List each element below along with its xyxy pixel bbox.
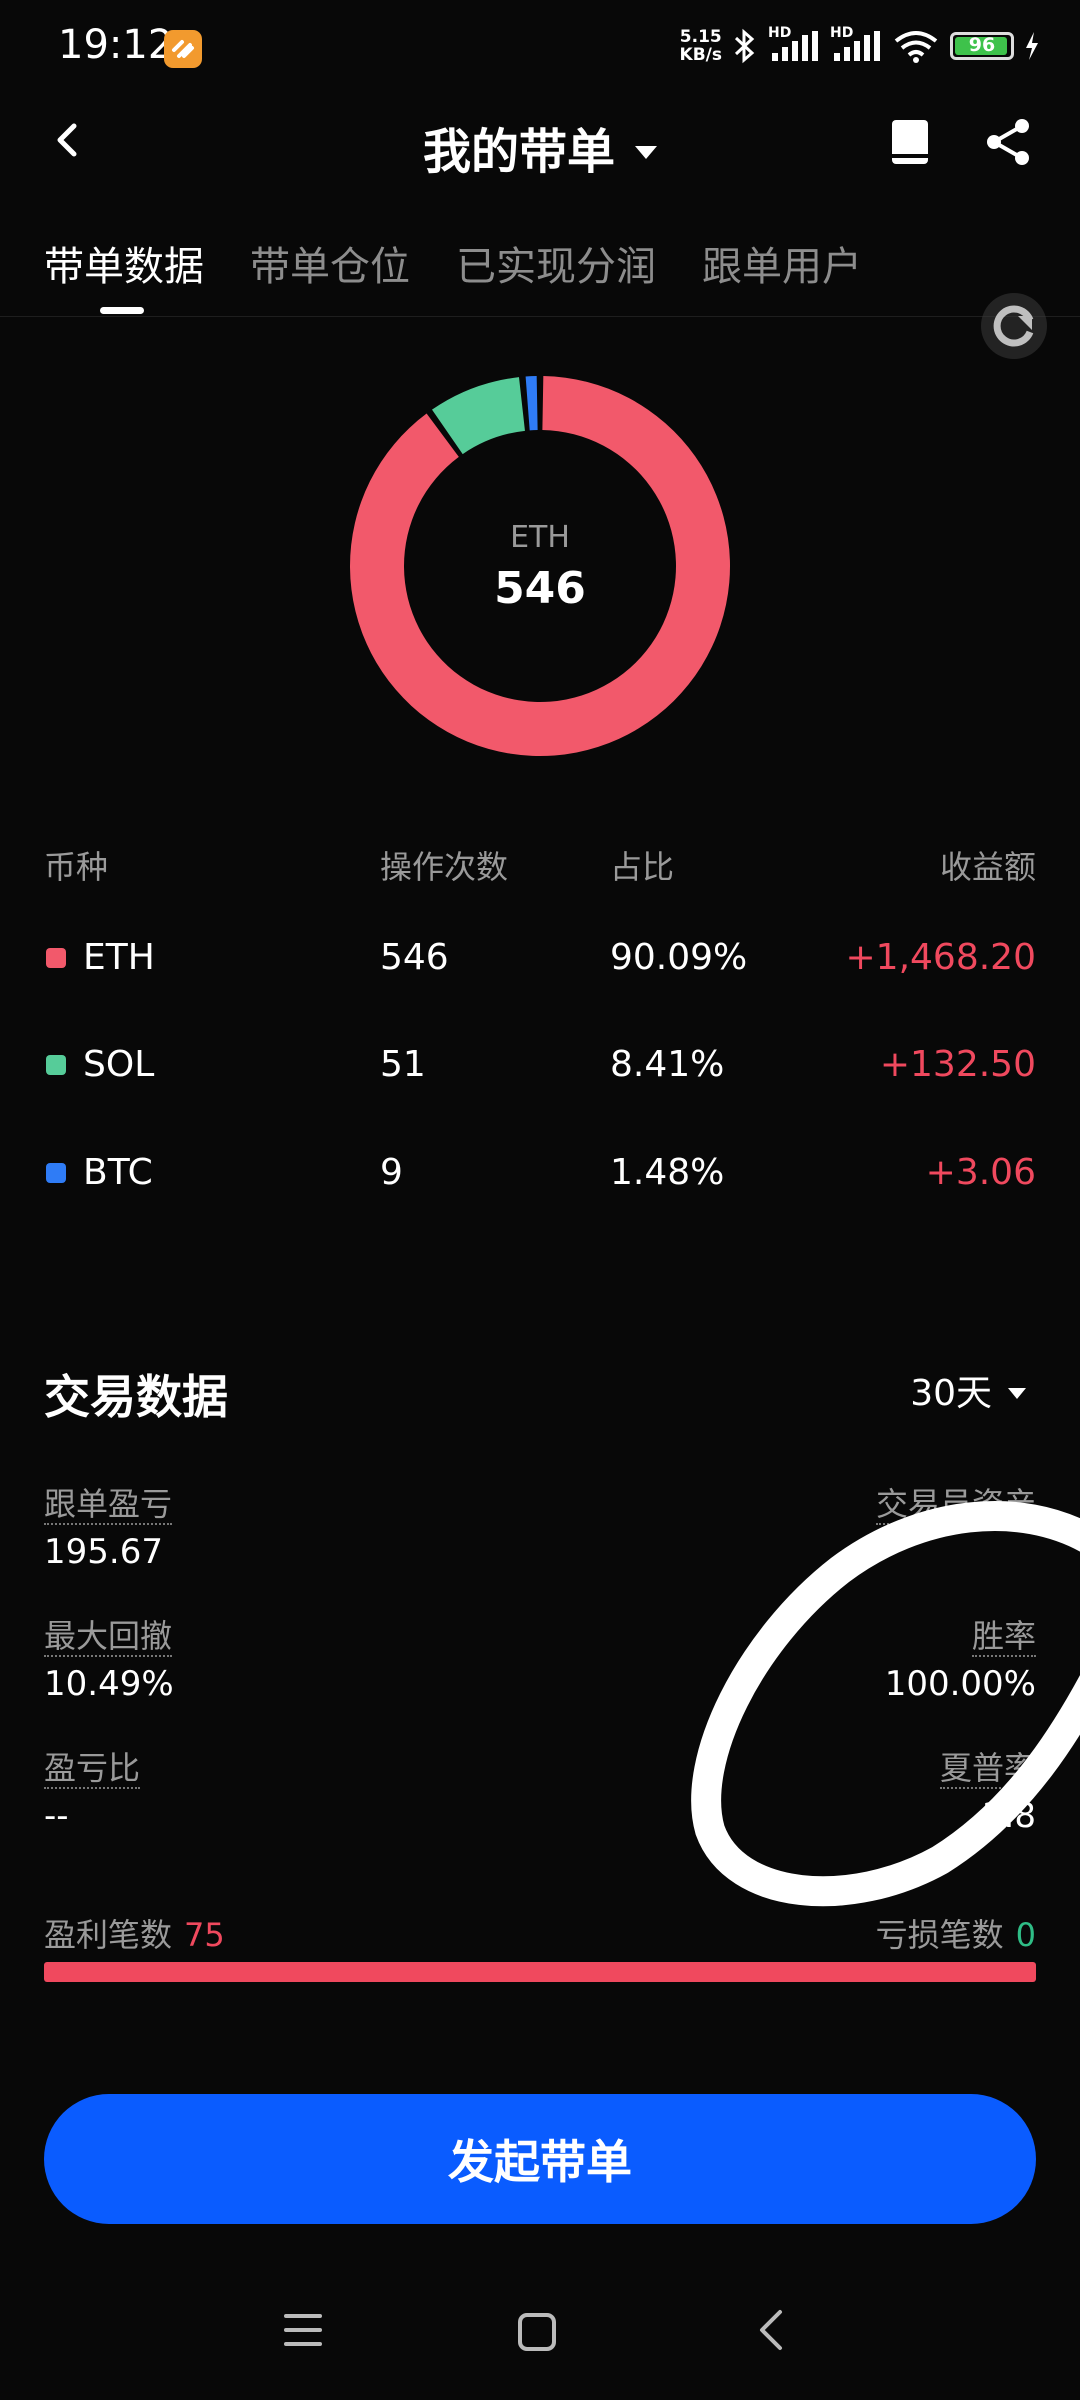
tab-copy-data[interactable]: 带单数据 xyxy=(44,234,204,292)
home-icon xyxy=(518,2313,556,2351)
refresh-icon xyxy=(981,293,1047,359)
pl-ratio-label[interactable]: 盈亏比 xyxy=(44,1749,141,1789)
btc-color-dot xyxy=(46,1163,66,1183)
signal-icon-1: HD xyxy=(768,25,820,63)
copy-pnl-metric: 跟单盈亏 xyxy=(44,1484,173,1525)
charging-icon xyxy=(1026,32,1038,60)
book-button[interactable] xyxy=(888,118,932,166)
tab-divider xyxy=(0,316,1080,317)
ops-count: 546 xyxy=(380,937,449,978)
caret-down-icon xyxy=(635,145,657,159)
share-button[interactable] xyxy=(982,116,1034,168)
refresh-button[interactable] xyxy=(980,292,1048,360)
pnl-amount: +1,468.20 xyxy=(845,937,1036,978)
win-rate-value: 100.00% xyxy=(884,1664,1036,1704)
coin-symbol: ETH xyxy=(83,937,155,978)
col-header-pnl: 收益额 xyxy=(939,848,1036,886)
app-notification-icon xyxy=(164,30,202,68)
col-header-coin: 币种 xyxy=(44,848,109,886)
status-icons: 5.15 KB/s HD HD 96 xyxy=(679,25,1040,65)
ops-count: 51 xyxy=(380,1044,426,1085)
pl-ratio-metric: 盈亏比 xyxy=(44,1748,141,1789)
copy-pnl-value: 195.67 xyxy=(44,1532,163,1572)
table-row: BTC 9 1.48% +3.06 xyxy=(0,1142,1080,1202)
hand-drawn-circle-annotation xyxy=(691,1501,1080,1907)
page-title: 我的带单 xyxy=(422,124,615,180)
nav-home-button[interactable] xyxy=(515,2310,559,2354)
back-icon xyxy=(760,2310,782,2350)
sharpe-metric: 夏普率 xyxy=(939,1748,1036,1789)
bluetooth-icon xyxy=(734,28,755,64)
share-pct: 1.48% xyxy=(610,1152,725,1193)
trader-assets-label[interactable]: 交易员资产 xyxy=(875,1485,1036,1525)
battery-icon: 96 xyxy=(950,32,1014,60)
pnl-amount: +132.50 xyxy=(879,1044,1036,1085)
ops-count: 9 xyxy=(380,1152,403,1193)
table-row: ETH 546 90.09% +1,468.20 xyxy=(0,927,1080,987)
win-count-label: 盈利笔数 xyxy=(44,1916,173,1954)
max-drawdown-label[interactable]: 最大回撤 xyxy=(44,1617,173,1657)
win-loss-ratio-bar xyxy=(44,1962,1036,1982)
sol-color-dot xyxy=(46,1055,66,1075)
tab-copy-positions[interactable]: 带单仓位 xyxy=(250,234,410,292)
period-selector[interactable]: 30天 xyxy=(910,1364,1026,1416)
donut-center-label: ETH xyxy=(510,520,570,555)
coin-symbol: BTC xyxy=(83,1152,153,1193)
share-pct: 8.41% xyxy=(610,1044,725,1085)
win-count-value: 75 xyxy=(184,1916,225,1954)
tab-bar: 带单数据 带单仓位 已实现分润 跟单用户 xyxy=(44,234,908,292)
col-header-share: 占比 xyxy=(610,848,675,886)
menu-icon xyxy=(284,2314,322,2346)
net-speed: 5.15 KB/s xyxy=(679,27,722,65)
period-value: 30天 xyxy=(910,1373,992,1414)
pnl-amount: +3.06 xyxy=(925,1152,1036,1193)
wifi-icon xyxy=(894,31,938,63)
max-drawdown-value: 10.49% xyxy=(44,1664,174,1704)
share-icon xyxy=(987,119,1029,165)
win-fraction-fill xyxy=(44,1962,1036,1982)
tab-copy-users[interactable]: 跟单用户 xyxy=(702,234,862,292)
win-rate-metric: 胜率 xyxy=(971,1616,1036,1657)
donut-slice-btc xyxy=(525,376,538,431)
trade-data-title: 交易数据 xyxy=(44,1370,228,1424)
nav-menu-button[interactable] xyxy=(280,2310,326,2350)
eth-color-dot xyxy=(46,948,66,968)
active-tab-indicator xyxy=(100,307,144,314)
max-drawdown-metric: 最大回撤 xyxy=(44,1616,173,1657)
sharpe-value: 3.8 xyxy=(981,1796,1036,1836)
start-copy-trading-button[interactable]: 发起带单 xyxy=(44,2094,1036,2224)
book-icon xyxy=(892,120,928,164)
win-count: 盈利笔数 75 xyxy=(44,1910,225,1956)
loss-count-label: 亏损笔数 xyxy=(875,1916,1004,1954)
coin-symbol: SOL xyxy=(83,1044,155,1085)
col-header-ops: 操作次数 xyxy=(380,848,509,886)
pl-ratio-value: -- xyxy=(44,1796,69,1836)
share-pct: 90.09% xyxy=(610,937,748,978)
win-rate-label[interactable]: 胜率 xyxy=(971,1617,1036,1657)
signal-icon-2: HD xyxy=(830,25,882,63)
table-row: SOL 51 8.41% +132.50 xyxy=(0,1034,1080,1094)
sharpe-label[interactable]: 夏普率 xyxy=(939,1749,1036,1789)
nav-back-button[interactable] xyxy=(752,2306,792,2354)
status-time: 19:12 xyxy=(58,22,174,68)
caret-down-icon xyxy=(1008,1387,1026,1399)
loss-count-value: 0 xyxy=(1015,1916,1036,1954)
trader-assets-metric: 交易员资产 xyxy=(875,1484,1036,1525)
tab-realized-profit-share[interactable]: 已实现分润 xyxy=(456,234,656,292)
copy-pnl-label[interactable]: 跟单盈亏 xyxy=(44,1485,173,1525)
donut-center-value: 546 xyxy=(494,563,586,614)
loss-count: 亏损笔数 0 xyxy=(876,1910,1036,1956)
